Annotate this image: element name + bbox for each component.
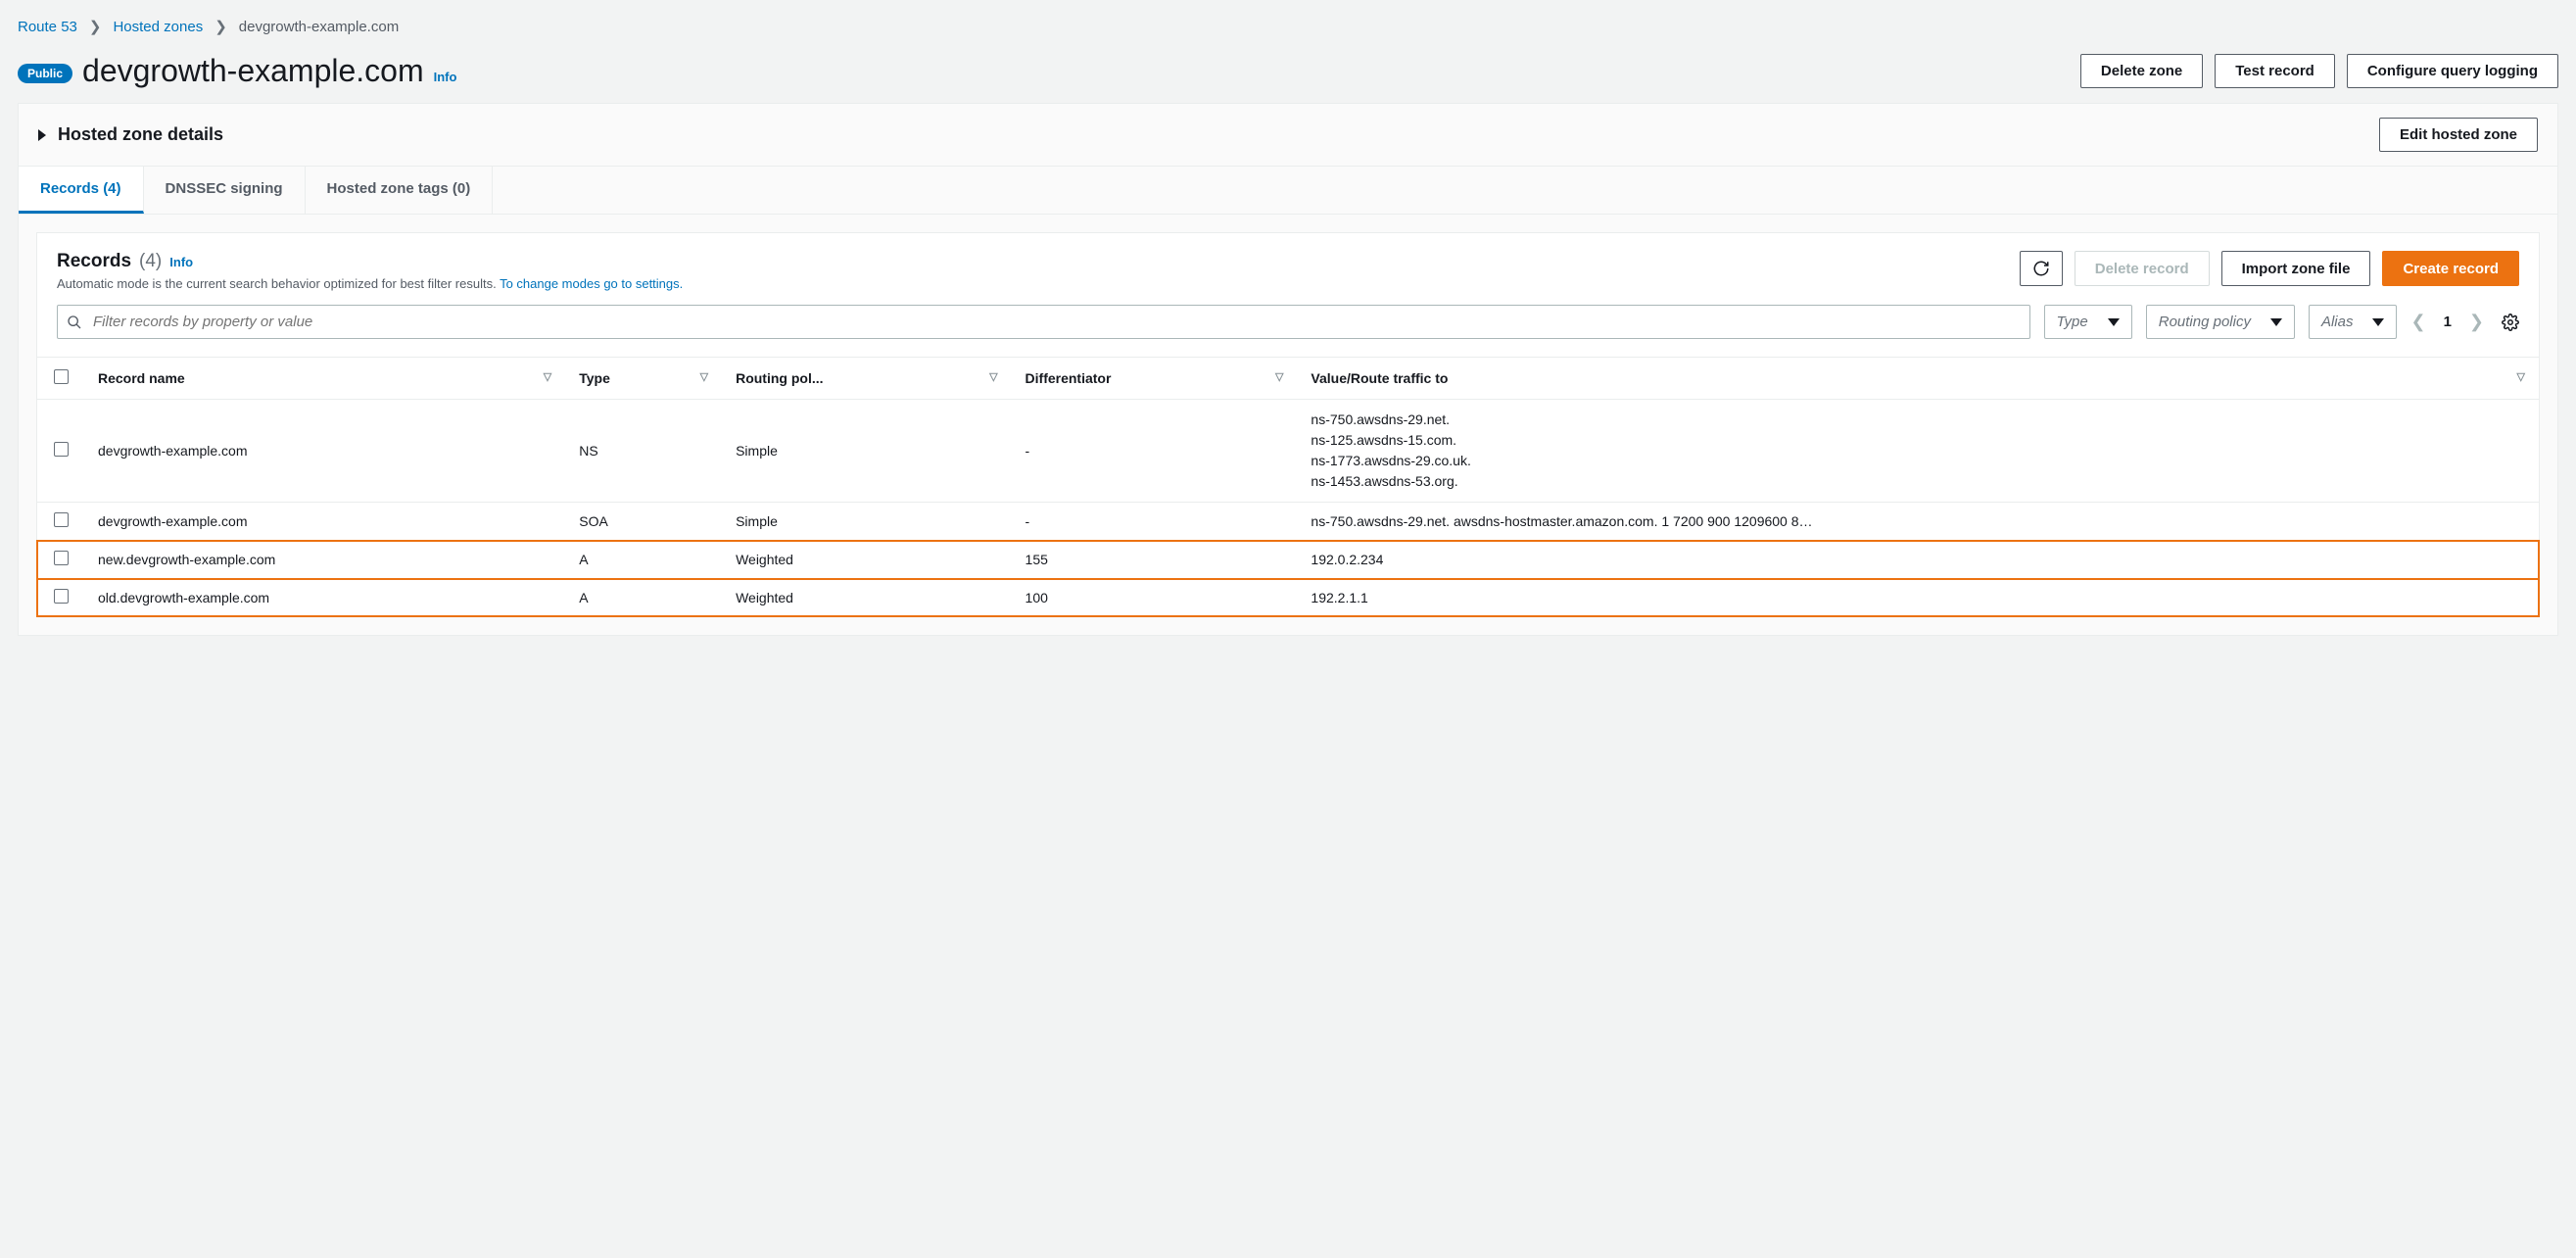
cell-value: 192.0.2.234 [1297, 541, 2539, 579]
select-all-checkbox[interactable] [54, 369, 69, 384]
table-row[interactable]: new.devgrowth-example.comAWeighted155192… [37, 541, 2539, 579]
col-value[interactable]: Value/Route traffic to▽ [1297, 358, 2539, 400]
records-panel: Records (4) Info Automatic mode is the c… [18, 215, 2558, 636]
next-page-button[interactable]: ❯ [2469, 312, 2484, 332]
cell-routing: Simple [722, 400, 1011, 503]
create-record-button[interactable]: Create record [2382, 251, 2519, 286]
sort-icon: ▽ [544, 370, 551, 383]
caret-down-icon [2270, 318, 2282, 326]
cell-record-name: old.devgrowth-example.com [84, 579, 565, 617]
records-subtitle-text: Automatic mode is the current search beh… [57, 276, 500, 291]
sort-icon: ▽ [700, 370, 708, 383]
records-table: Record name▽ Type▽ Routing pol...▽ Diffe… [37, 357, 2539, 616]
cell-type: NS [565, 400, 722, 503]
cell-record-name: devgrowth-example.com [84, 400, 565, 503]
cell-value: ns-750.awsdns-29.net. awsdns-hostmaster.… [1297, 503, 2539, 541]
cell-differentiator: 100 [1012, 579, 1298, 617]
sort-icon: ▽ [989, 370, 997, 383]
chevron-right-icon: ❯ [89, 18, 102, 35]
alias-filter-label: Alias [2321, 314, 2354, 330]
table-row[interactable]: devgrowth-example.comNSSimple-ns-750.aws… [37, 400, 2539, 503]
delete-record-button: Delete record [2075, 251, 2210, 286]
alias-filter[interactable]: Alias [2309, 305, 2398, 339]
chevron-right-icon: ❯ [215, 18, 227, 35]
routing-policy-filter[interactable]: Routing policy [2146, 305, 2295, 339]
cell-type: A [565, 541, 722, 579]
records-info-link[interactable]: Info [169, 255, 193, 269]
type-filter[interactable]: Type [2044, 305, 2132, 339]
prev-page-button[interactable]: ❮ [2410, 312, 2425, 332]
tab-tags[interactable]: Hosted zone tags (0) [306, 167, 494, 214]
table-row[interactable]: devgrowth-example.comSOASimple-ns-750.aw… [37, 503, 2539, 541]
records-title: Records [57, 251, 131, 272]
cell-value: 192.2.1.1 [1297, 579, 2539, 617]
search-wrapper [57, 305, 2030, 339]
cell-record-name: devgrowth-example.com [84, 503, 565, 541]
cell-routing: Weighted [722, 541, 1011, 579]
tab-records[interactable]: Records (4) [19, 167, 144, 214]
records-count: (4) [139, 251, 162, 272]
cell-routing: Simple [722, 503, 1011, 541]
breadcrumb-root[interactable]: Route 53 [18, 19, 77, 35]
settings-button[interactable] [2502, 314, 2519, 331]
delete-zone-button[interactable]: Delete zone [2080, 54, 2203, 88]
cell-routing: Weighted [722, 579, 1011, 617]
info-link[interactable]: Info [434, 70, 457, 84]
search-input[interactable] [57, 305, 2030, 339]
edit-hosted-zone-button[interactable]: Edit hosted zone [2379, 118, 2538, 152]
cell-differentiator: - [1012, 503, 1298, 541]
row-checkbox[interactable] [54, 442, 69, 457]
cell-type: A [565, 579, 722, 617]
sort-icon: ▽ [2517, 370, 2525, 383]
sort-icon: ▽ [1275, 370, 1283, 383]
refresh-button[interactable] [2020, 251, 2063, 286]
breadcrumb: Route 53 ❯ Hosted zones ❯ devgrowth-exam… [18, 18, 2558, 35]
col-differentiator[interactable]: Differentiator▽ [1012, 358, 1298, 400]
row-checkbox[interactable] [54, 551, 69, 565]
cell-differentiator: 155 [1012, 541, 1298, 579]
cell-type: SOA [565, 503, 722, 541]
import-zone-file-button[interactable]: Import zone file [2221, 251, 2371, 286]
configure-logging-button[interactable]: Configure query logging [2347, 54, 2558, 88]
col-routing[interactable]: Routing pol...▽ [722, 358, 1011, 400]
page-number: 1 [2444, 314, 2452, 330]
tab-dnssec[interactable]: DNSSEC signing [144, 167, 306, 214]
page-header: Public devgrowth-example.com Info Delete… [18, 53, 2558, 89]
breadcrumb-hosted-zones[interactable]: Hosted zones [113, 19, 203, 35]
page-title: devgrowth-example.com [82, 53, 424, 89]
caret-right-icon[interactable] [38, 129, 46, 141]
hosted-zone-details-panel: Hosted zone details Edit hosted zone [18, 103, 2558, 167]
cell-value: ns-750.awsdns-29.net.ns-125.awsdns-15.co… [1297, 400, 2539, 503]
hosted-zone-details-title: Hosted zone details [58, 124, 223, 145]
search-icon [67, 314, 82, 330]
col-type[interactable]: Type▽ [565, 358, 722, 400]
gear-icon [2502, 314, 2519, 331]
breadcrumb-current: devgrowth-example.com [239, 19, 399, 35]
row-checkbox[interactable] [54, 589, 69, 604]
caret-down-icon [2372, 318, 2384, 326]
caret-down-icon [2108, 318, 2120, 326]
routing-filter-label: Routing policy [2159, 314, 2251, 330]
change-modes-link[interactable]: To change modes go to settings. [500, 276, 683, 291]
refresh-icon [2032, 260, 2050, 277]
tabs: Records (4) DNSSEC signing Hosted zone t… [18, 167, 2558, 215]
records-subtitle: Automatic mode is the current search beh… [57, 276, 683, 291]
row-checkbox[interactable] [54, 512, 69, 527]
cell-differentiator: - [1012, 400, 1298, 503]
test-record-button[interactable]: Test record [2215, 54, 2335, 88]
col-record-name[interactable]: Record name▽ [84, 358, 565, 400]
type-filter-label: Type [2057, 314, 2088, 330]
cell-record-name: new.devgrowth-example.com [84, 541, 565, 579]
pager: ❮ 1 ❯ [2410, 312, 2519, 332]
public-badge: Public [18, 64, 72, 83]
table-row[interactable]: old.devgrowth-example.comAWeighted100192… [37, 579, 2539, 617]
